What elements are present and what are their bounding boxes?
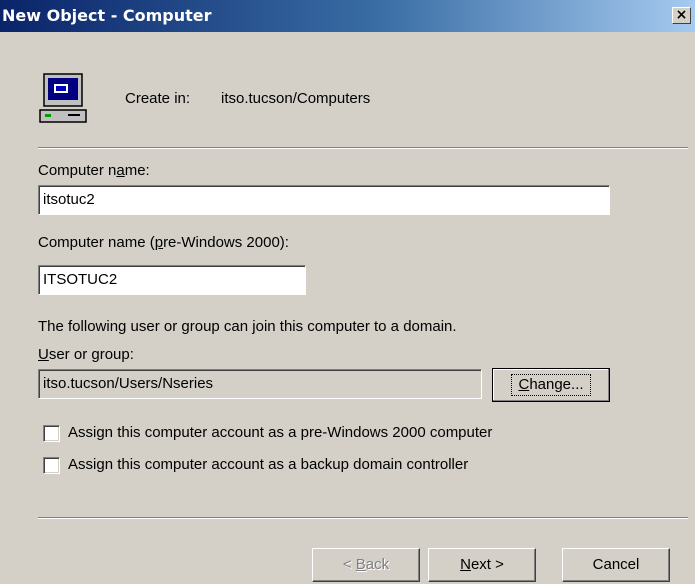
user-or-group-field: itso.tucson/Users/Nseries: [38, 369, 482, 399]
computer-name-pre2000-label: Computer name (pre-Windows 2000):: [38, 234, 289, 251]
close-button[interactable]: ×: [672, 7, 691, 24]
join-description: The following user or group can join thi…: [38, 318, 457, 335]
separator-bottom: [38, 517, 688, 519]
cancel-button[interactable]: Cancel: [562, 548, 670, 582]
separator-top: [38, 147, 688, 149]
create-in-path: itso.tucson/Computers: [221, 90, 371, 107]
close-icon: ×: [675, 7, 688, 23]
create-in-label: Create in:: [125, 90, 191, 107]
computer-name-pre2000-input[interactable]: ITSOTUC2: [38, 265, 306, 295]
computer-icon: [39, 73, 87, 123]
checkbox-pre-windows-2000-label: Assign this computer account as a pre-Wi…: [68, 424, 493, 441]
user-or-group-label: User or group:: [38, 346, 134, 363]
computer-name-input[interactable]: itsotuc2: [38, 185, 610, 215]
computer-name-label: Computer name:: [38, 162, 150, 179]
checkbox-backup-dc[interactable]: [43, 457, 60, 474]
window-title: New Object - Computer: [2, 6, 212, 25]
checkbox-backup-dc-label: Assign this computer account as a backup…: [68, 456, 469, 473]
title-bar: New Object - Computer ×: [0, 0, 695, 32]
checkbox-pre-windows-2000[interactable]: [43, 425, 60, 442]
change-button[interactable]: Change...: [492, 368, 610, 402]
back-button[interactable]: < Back: [312, 548, 420, 582]
next-button[interactable]: Next >: [428, 548, 536, 582]
